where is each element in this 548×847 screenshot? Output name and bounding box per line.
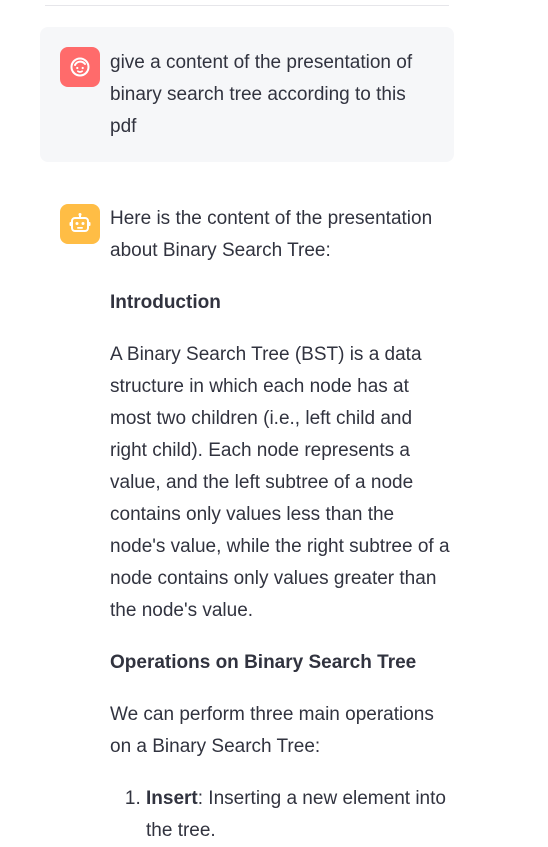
assistant-intro: Here is the content of the presentation … <box>110 208 433 261</box>
section-heading-introduction: Introduction <box>110 292 221 313</box>
section-body-introduction: A Binary Search Tree (BST) is a data str… <box>110 344 450 621</box>
operation-title: Insert <box>146 788 198 809</box>
section-heading-operations: Operations on Binary Search Tree <box>110 652 417 673</box>
operations-list: Insert: Inserting a new element into the… <box>110 783 454 847</box>
robot-icon <box>69 213 91 232</box>
top-divider <box>45 5 449 6</box>
user-message: give a content of the presentation of bi… <box>40 27 454 162</box>
user-message-text: give a content of the presentation of bi… <box>110 52 413 137</box>
assistant-avatar <box>60 204 100 244</box>
user-avatar <box>60 47 100 87</box>
section-body-operations: We can perform three main operations on … <box>110 704 434 757</box>
assistant-message-content: Here is the content of the presentation … <box>110 203 454 847</box>
list-item: Insert: Inserting a new element into the… <box>146 783 454 847</box>
user-face-icon <box>70 57 90 77</box>
